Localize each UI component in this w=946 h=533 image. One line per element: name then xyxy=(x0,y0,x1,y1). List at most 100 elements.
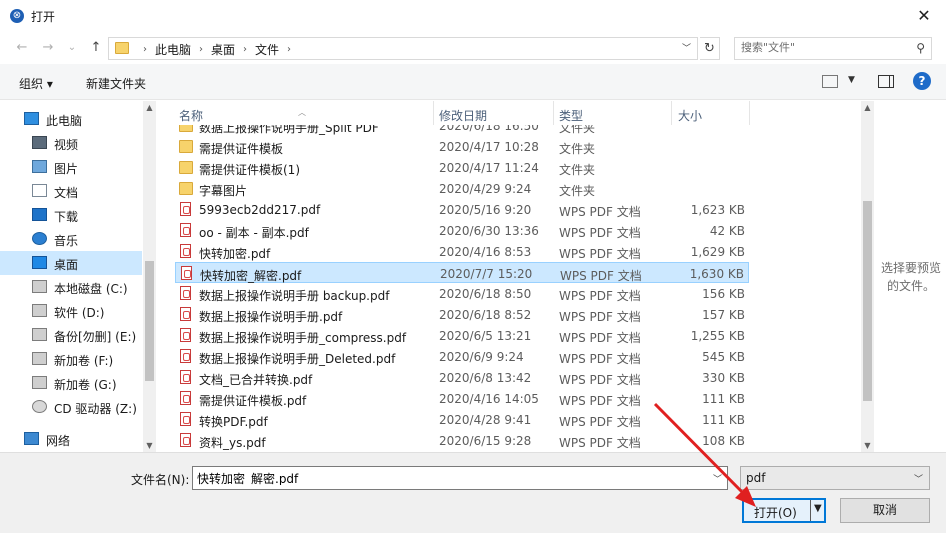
file-type-cell: WPS PDF 文档 xyxy=(559,205,641,219)
computer-icon xyxy=(24,112,39,125)
column-header-date[interactable]: 修改日期 xyxy=(439,107,487,124)
file-date-cell: 2020/7/7 15:20 xyxy=(440,267,533,281)
file-row[interactable]: 转换PDF.pdf 2020/4/28 9:41 WPS PDF 文档 111 KB xyxy=(175,409,749,430)
help-button[interactable]: ? xyxy=(913,72,931,90)
window-title: 打开 xyxy=(31,10,56,24)
drive-icon xyxy=(32,280,47,293)
breadcrumb-this-pc[interactable]: 此电脑 xyxy=(155,41,191,58)
sidebar-item[interactable]: 桌面 xyxy=(0,251,142,275)
column-divider[interactable] xyxy=(671,101,672,125)
file-row[interactable]: 快转加密.pdf 2020/4/16 8:53 WPS PDF 文档 1,629 KB xyxy=(175,241,749,262)
chevron-down-icon[interactable]: ﹀ xyxy=(713,472,722,485)
file-type-cell: WPS PDF 文档 xyxy=(559,394,641,408)
file-list-scrollbar[interactable]: ▲ ▼ xyxy=(861,101,874,452)
file-date-cell: 2020/6/15 9:28 xyxy=(439,434,532,448)
column-header-name[interactable]: 名称 xyxy=(179,107,203,124)
column-divider[interactable] xyxy=(553,101,554,125)
sidebar-item[interactable]: CD 驱动器 (Z:) xyxy=(0,395,142,419)
sidebar-item[interactable]: 图片 xyxy=(0,155,142,179)
sidebar-item[interactable]: 新加卷 (G:) xyxy=(0,371,142,395)
file-row[interactable]: 数据上报操作说明手册_Deleted.pdf 2020/6/9 9:24 WPS P… xyxy=(175,346,749,367)
preview-message: 选择要预览的文件。 xyxy=(880,261,941,293)
file-row[interactable]: oo - 副本 - 副本.pdf 2020/6/30 13:36 WPS PDF 文… xyxy=(175,220,749,241)
organize-button[interactable]: 组织 ▾ xyxy=(19,75,53,92)
file-size-cell: 1,630 KB xyxy=(689,267,744,281)
breadcrumb-desktop[interactable]: 桌面 xyxy=(211,41,235,58)
file-type-cell: WPS PDF 文档 xyxy=(559,247,641,261)
chevron-right-icon[interactable]: › xyxy=(243,44,247,55)
sidebar-item[interactable]: 此电脑 xyxy=(0,107,142,131)
column-divider[interactable] xyxy=(433,101,434,125)
file-name-cell: 快转加密_解密.pdf xyxy=(200,269,302,283)
file-row[interactable]: 数据上报操作说明手册 backup.pdf 2020/6/18 8:50 WPS P… xyxy=(175,283,749,304)
filename-combobox[interactable]: ﹀ xyxy=(192,466,728,490)
file-name-cell: 数据上报操作说明手册_Deleted.pdf xyxy=(199,352,396,366)
file-row[interactable]: 快转加密_解密.pdf 2020/7/7 15:20 WPS PDF 文档 1,630… xyxy=(175,262,749,283)
column-header-type[interactable]: 类型 xyxy=(559,107,583,124)
open-options-dropdown-icon[interactable]: ▼ xyxy=(814,503,822,514)
cancel-button[interactable]: 取消 xyxy=(840,498,930,523)
sidebar-item[interactable]: 文档 xyxy=(0,179,142,203)
file-row[interactable]: 数据上报操作说明手册_compress.pdf 2020/6/5 13:21 WPS… xyxy=(175,325,749,346)
view-dropdown-icon[interactable]: ▼ xyxy=(848,75,855,85)
scroll-up-arrow-icon[interactable]: ▲ xyxy=(143,103,156,112)
file-row[interactable]: 数据上报操作说明手册.pdf 2020/6/18 8:52 WPS PDF 文档 15… xyxy=(175,304,749,325)
file-row[interactable]: 需提供证件模板(1) 2020/4/17 11:24 文件夹 xyxy=(175,157,749,178)
file-row[interactable]: 需提供证件模板.pdf 2020/4/16 14:05 WPS PDF 文档 111 … xyxy=(175,388,749,409)
open-button-label[interactable]: 打开(O) xyxy=(754,504,797,521)
chevron-right-icon[interactable]: › xyxy=(199,44,203,55)
file-name-cell: 需提供证件模板(1) xyxy=(199,163,300,177)
file-row[interactable]: 资料_ys.pdf 2020/6/15 9:28 WPS PDF 文档 108 KB xyxy=(175,430,749,451)
refresh-button[interactable]: ↻ xyxy=(700,37,720,60)
address-dropdown-icon[interactable]: ﹀ xyxy=(682,41,691,54)
sidebar-item[interactable]: 音乐 xyxy=(0,227,142,251)
file-row[interactable]: 字幕图片 2020/4/29 9:24 文件夹 xyxy=(175,178,749,199)
chevron-down-icon[interactable]: ﹀ xyxy=(914,472,923,485)
chevron-right-icon[interactable]: › xyxy=(143,44,147,55)
search-box[interactable]: ⚲ xyxy=(734,37,932,60)
new-folder-button[interactable]: 新建文件夹 xyxy=(86,75,146,92)
sidebar-item[interactable]: 新加卷 (F:) xyxy=(0,347,142,371)
sidebar-item[interactable]: 备份[勿删] (E:) xyxy=(0,323,142,347)
file-list-scroll-thumb[interactable] xyxy=(863,201,872,401)
file-type-filter[interactable]: pdf ﹀ xyxy=(740,466,930,490)
up-button[interactable]: ↑ xyxy=(86,38,106,58)
back-button[interactable]: ← xyxy=(12,38,32,58)
open-button[interactable]: 打开(O) ▼ xyxy=(742,498,826,523)
filename-input[interactable] xyxy=(197,471,697,485)
sidebar-scroll-thumb[interactable] xyxy=(145,261,154,381)
scroll-down-arrow-icon[interactable]: ▼ xyxy=(143,441,156,450)
preview-pane-toggle-icon[interactable] xyxy=(878,75,894,88)
sidebar-item[interactable]: 视频 xyxy=(0,131,142,155)
view-options-icon[interactable] xyxy=(822,75,838,88)
sidebar-scrollbar[interactable]: ▲ ▼ xyxy=(143,101,156,452)
search-input[interactable] xyxy=(741,41,901,54)
sidebar-item[interactable]: 本地磁盘 (C:) xyxy=(0,275,142,299)
scroll-down-arrow-icon[interactable]: ▼ xyxy=(861,441,874,450)
close-button[interactable]: ✕ xyxy=(910,4,938,28)
address-bar[interactable]: › 此电脑 › 桌面 › 文件 › ﹀ xyxy=(108,37,698,60)
scroll-up-arrow-icon[interactable]: ▲ xyxy=(861,103,874,112)
file-row[interactable]: 5993ecb2dd217.pdf 2020/5/16 9:20 WPS PDF 文… xyxy=(175,199,749,220)
file-type-cell: WPS PDF 文档 xyxy=(560,269,642,283)
column-header-size[interactable]: 大小 xyxy=(678,107,702,124)
folder-icon xyxy=(179,140,193,153)
file-name-cell: 需提供证件模板.pdf xyxy=(199,394,307,408)
sidebar-item-label: 网络 xyxy=(46,434,71,448)
sidebar-item[interactable]: 下载 xyxy=(0,203,142,227)
sidebar-item[interactable]: 网络 xyxy=(0,427,142,451)
sidebar-item-label: CD 驱动器 (Z:) xyxy=(54,402,137,416)
file-row[interactable]: 需提供证件模板 2020/4/17 10:28 文件夹 xyxy=(175,136,749,157)
pdf-file-icon xyxy=(180,202,191,216)
sidebar-item[interactable]: 软件 (D:) xyxy=(0,299,142,323)
chevron-right-icon[interactable]: › xyxy=(287,44,291,55)
forward-button[interactable]: → xyxy=(38,38,58,58)
desktop-icon xyxy=(32,256,47,269)
pdf-file-icon xyxy=(180,370,191,384)
folder-icon xyxy=(179,161,193,174)
breadcrumb-files[interactable]: 文件 xyxy=(255,41,279,58)
recent-locations-button[interactable]: ⌄ xyxy=(62,38,82,58)
file-row[interactable]: 文档_已合并转换.pdf 2020/6/8 13:42 WPS PDF 文档 330 … xyxy=(175,367,749,388)
file-list: ︿ 名称 修改日期 类型 大小 数据上报操作说明手册_Split PDF 2020… xyxy=(171,101,861,452)
column-divider[interactable] xyxy=(749,101,750,125)
